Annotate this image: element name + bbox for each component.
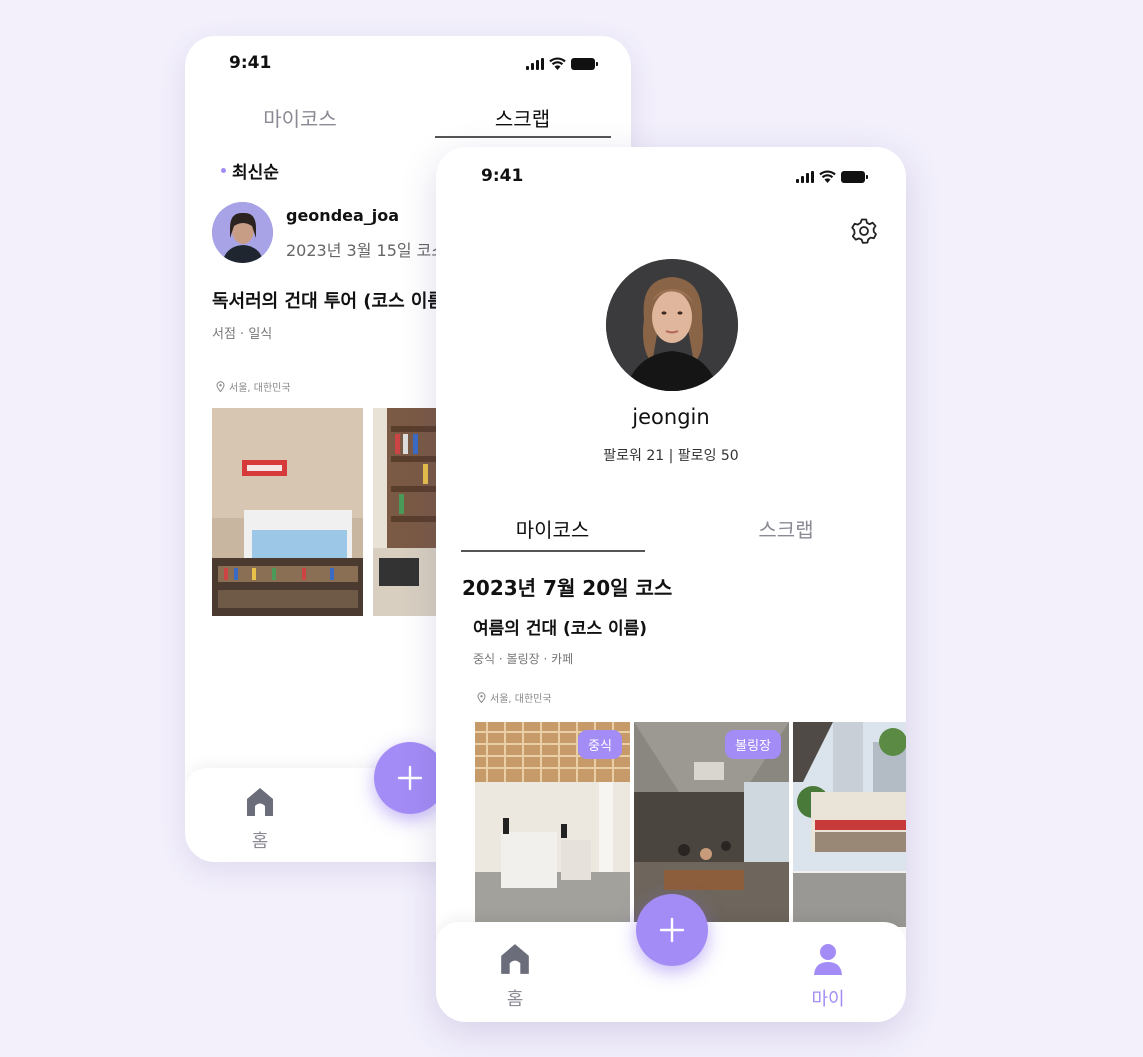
add-course-button[interactable] [636,894,708,966]
post-photo-1[interactable] [212,408,363,616]
battery-icon [571,57,598,70]
nav-home[interactable]: 홈 [494,942,536,1011]
battery-icon [841,170,868,183]
status-time: 9:41 [481,166,524,186]
location-label: 서울, 대한민국 [229,383,291,394]
post-date: 2023년 3월 15일 코스 [286,241,447,260]
tab-scrap[interactable]: 스크랩 [696,514,876,543]
tab-mycourse[interactable]: 마이코스 [461,514,644,543]
location-pin-icon [216,381,225,392]
tab-underline [461,550,645,552]
settings-button[interactable] [850,217,878,249]
plus-icon [397,765,423,791]
post-course-name[interactable]: 독서러의 건대 투어 (코스 이름) [212,287,452,313]
nav-my-label: 마이 [811,989,845,1010]
tab-scrap[interactable]: 스크랩 [435,103,610,132]
course-name[interactable]: 여름의 건대 (코스 이름) [473,614,647,639]
course-date: 2023년 7월 20일 코스 [462,576,673,600]
location-pin-icon [477,692,486,703]
nav-home[interactable]: 홈 [240,786,280,853]
nav-home-label: 홈 [506,989,524,1010]
avatar[interactable] [212,202,273,263]
profile-username: jeongin [632,405,710,429]
nav-home-label: 홈 [251,831,269,852]
sort-selector[interactable]: 최신순 [221,158,279,183]
sort-label: 최신순 [232,163,279,183]
sort-dot [221,168,226,173]
wifi-icon [819,170,836,183]
profile-avatar[interactable] [606,259,738,391]
person-icon [814,944,842,975]
tab-underline [435,136,611,138]
gear-icon [851,218,877,244]
photo-tag: 볼링장 [725,730,781,759]
plus-icon [659,917,685,943]
signal-icon [526,57,544,70]
post-location: 서울, 대한민국 [216,379,291,394]
status-time: 9:41 [229,53,272,73]
photo-tag: 중식 [578,730,622,759]
post-categories: 서점 · 일식 [212,327,273,342]
profile-screen: 9:41 jeongin 팔로워 21 | 팔로잉 50 마이코스 스크랩 20… [436,147,906,1022]
home-icon [247,788,273,816]
course-categories: 중식 · 볼링장 · 카페 [473,652,574,666]
tab-mycourse[interactable]: 마이코스 [225,103,375,132]
post-username[interactable]: geondea_joa [286,206,399,225]
signal-icon [796,170,814,183]
course-location: 서울, 대한민국 [477,690,552,705]
status-icons [526,57,598,70]
post-photo-2[interactable] [373,408,443,616]
location-label: 서울, 대한민국 [490,694,552,705]
status-icons [796,170,868,183]
course-photo-3[interactable] [793,722,906,927]
follow-stats[interactable]: 팔로워 21 | 팔로잉 50 [436,445,906,465]
course-photo-1[interactable]: 중식 [475,722,630,927]
nav-my[interactable]: 마이 [806,942,850,1011]
home-icon [501,944,529,974]
wifi-icon [549,57,566,70]
